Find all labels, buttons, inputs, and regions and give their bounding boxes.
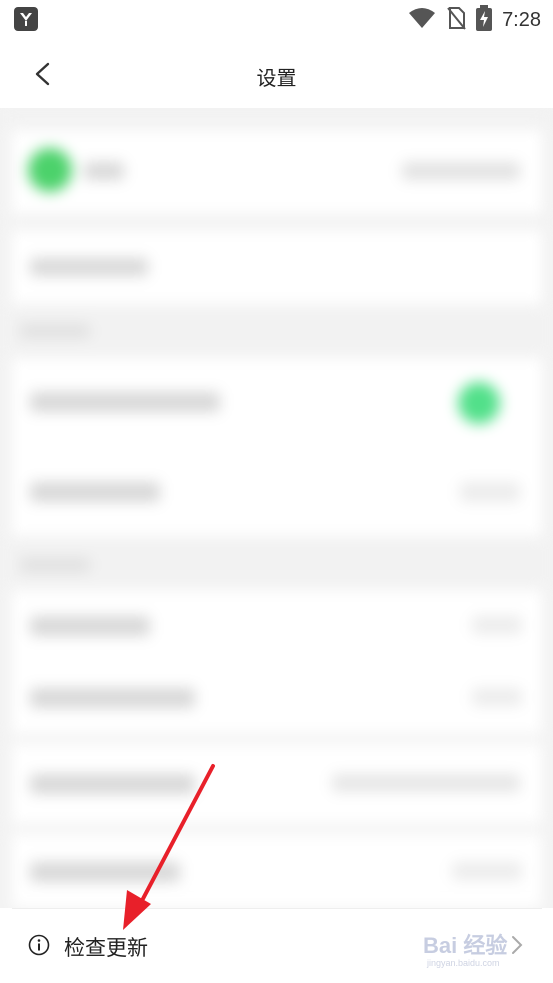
settings-row[interactable] [12, 448, 542, 536]
settings-row[interactable] [12, 230, 542, 304]
settings-row[interactable] [12, 590, 542, 662]
toggle-switch[interactable] [458, 382, 500, 424]
page-title: 设置 [256, 68, 297, 90]
status-time: 7:28 [502, 8, 541, 31]
top-app-bar: 设置 [0, 40, 553, 108]
settings-row[interactable] [12, 744, 542, 824]
section-header [0, 108, 553, 130]
section-header [0, 536, 553, 590]
blurred-settings-area [0, 108, 553, 908]
check-update-label: 检查更新 [64, 937, 148, 960]
wifi-icon [408, 7, 436, 34]
app-notification-icon [14, 7, 38, 31]
baidu-watermark: Bai 经验 jingyan.baidu.com [423, 928, 528, 972]
battery-charging-icon [476, 4, 493, 36]
settings-row[interactable] [12, 662, 542, 734]
status-icons: 7:28 [408, 4, 541, 36]
watermark-logo: Bai 经验 [423, 933, 508, 958]
blurred-content [0, 108, 553, 908]
settings-row[interactable] [12, 834, 542, 908]
no-sim-icon [446, 6, 466, 35]
settings-row[interactable] [12, 130, 542, 214]
watermark-url: jingyan.baidu.com [427, 958, 500, 968]
info-icon [28, 934, 50, 956]
settings-row[interactable] [12, 358, 542, 448]
status-bar: 7:28 [0, 0, 553, 40]
avatar [28, 148, 72, 192]
section-header [0, 304, 553, 358]
